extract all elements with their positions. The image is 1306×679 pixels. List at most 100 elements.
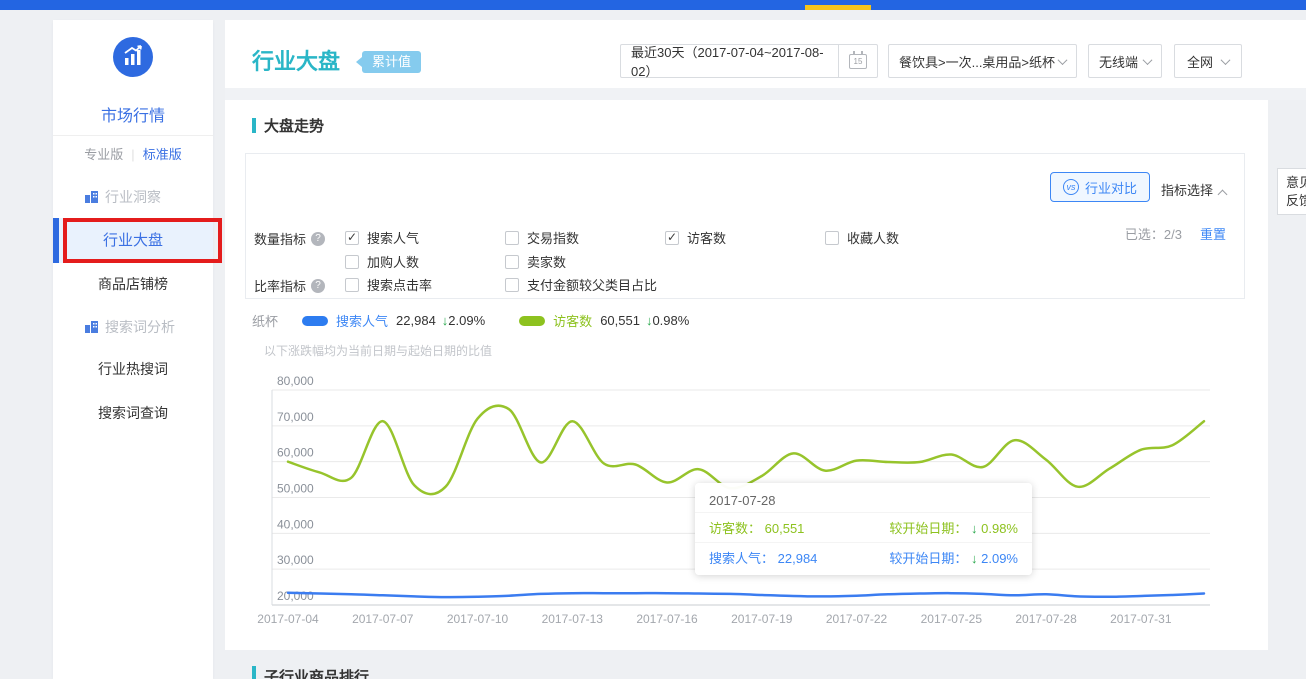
svg-text:2017-07-25: 2017-07-25 [921,612,983,626]
terminal-selector[interactable]: 无线端 [1088,44,1162,78]
checkbox-favorite-count[interactable]: 收藏人数 [825,228,899,247]
terminal-text: 无线端 [1099,52,1138,71]
active-nav-underline [805,5,871,10]
chevron-down-icon [1143,55,1153,65]
help-icon[interactable]: ? [311,232,325,246]
svg-text:2017-07-07: 2017-07-07 [352,612,414,626]
svg-text:2017-07-16: 2017-07-16 [636,612,698,626]
checkbox-cart-add-count[interactable]: 加购人数 [345,252,419,271]
legend-item-visitor-count[interactable]: 访客数 60,551 ↓0.98% [519,311,689,330]
svg-text:2017-07-31: 2017-07-31 [1110,612,1172,626]
checkbox-payment-ratio[interactable]: 支付金额较父类目占比 [505,275,657,294]
chevron-down-icon [1058,55,1068,65]
section-accent-bar [252,118,256,133]
checkbox-icon[interactable] [505,255,519,269]
legend-pill-blue [302,316,328,326]
down-arrow-icon: ↓ [971,551,978,566]
svg-text:2017-07-28: 2017-07-28 [1015,612,1077,626]
svg-text:40,000: 40,000 [277,517,314,531]
chevron-down-icon [1221,55,1231,65]
quantity-indicator-label: 数量指标? [254,229,325,248]
sidebar-item-hot-search-words[interactable]: 行业热搜词 [53,355,213,383]
checkbox-icon[interactable] [345,255,359,269]
checkbox-seller-count[interactable]: 卖家数 [505,252,566,271]
svg-text:2017-07-13: 2017-07-13 [542,612,604,626]
sidebar-divider [53,135,213,136]
tooltip-date: 2017-07-28 [695,483,1032,512]
sidebar-item-search-word-query[interactable]: 搜索词查询 [53,399,213,427]
svg-text:20,000: 20,000 [277,589,314,603]
sidebar-group-label: 行业洞察 [105,187,161,207]
sidebar: 市场行情 专业版 | 标准版 行业洞察 行业大盘 商品店铺榜 搜索词分析 行业热搜词… [53,20,213,679]
tab-professional[interactable]: 专业版 [84,147,123,162]
svg-text:80,000: 80,000 [277,374,314,388]
down-arrow-icon: ↓ [971,521,978,536]
building-icon [85,191,98,203]
section-accent-bar [252,666,256,679]
svg-text:70,000: 70,000 [277,410,314,424]
tooltip-row-search: 搜索人气： 22,984 较开始日期： ↓ 2.09% [695,542,1032,572]
cumulative-value-badge: 累计值 [362,51,421,73]
svg-text:2017-07-10: 2017-07-10 [447,612,509,626]
version-tabs: 专业版 | 标准版 [53,144,213,163]
date-range-text: 最近30天（2017-07-04~2017-08-02） [621,42,838,80]
vs-icon: vs [1063,179,1079,195]
category-selector[interactable]: 餐饮具>一次...桌用品>纸杯 [888,44,1077,78]
checkbox-visitor-count[interactable]: 访客数 [665,228,726,247]
checkbox-icon[interactable] [345,278,359,292]
feedback-tab[interactable]: 意见反馈 [1277,168,1306,215]
main-content: 行业大盘 累计值 最近30天（2017-07-04~2017-08-02） 15… [225,20,1306,650]
selected-count: 已选：2/3 [1125,224,1182,243]
indicator-panel: vs 行业对比 指标选择 已选：2/3 重置 数量指标? 搜索人气 交易指数 访… [245,153,1245,299]
ratio-indicator-label: 比率指标? [254,276,325,295]
checkbox-icon[interactable] [665,231,679,245]
chevron-up-icon [1218,190,1228,200]
help-icon[interactable]: ? [311,279,325,293]
svg-text:2017-07-19: 2017-07-19 [731,612,793,626]
chart-legend: 纸杯 搜索人气 22,984 ↓2.09% 访客数 60,551 ↓0.98% [252,311,689,330]
category-text: 餐饮具>一次...桌用品>纸杯 [899,52,1055,71]
legend-pill-green [519,316,545,326]
app-logo [53,37,213,82]
reset-link[interactable]: 重置 [1200,224,1226,243]
feedback-label: 意见反馈 [1286,174,1306,210]
tab-separator: | [131,147,134,162]
checkbox-icon[interactable] [345,231,359,245]
next-section-title: 子行业商品排行 [252,666,369,679]
active-item-bar [53,218,59,263]
building-icon [85,321,98,333]
market-chart-icon [113,37,153,77]
date-range-selector[interactable]: 最近30天（2017-07-04~2017-08-02） 15 [620,44,878,78]
checkbox-icon[interactable] [505,231,519,245]
legend-category: 纸杯 [252,311,278,330]
tab-standard[interactable]: 标准版 [143,147,182,162]
checkbox-icon[interactable] [505,278,519,292]
sidebar-group-label: 搜索词分析 [105,317,175,337]
checkbox-search-popularity[interactable]: 搜索人气 [345,228,419,247]
checkbox-transaction-index[interactable]: 交易指数 [505,228,579,247]
legend-item-search-popularity[interactable]: 搜索人气 22,984 ↓2.09% [302,311,485,330]
industry-compare-button[interactable]: vs 行业对比 [1050,172,1150,202]
svg-text:2017-07-22: 2017-07-22 [826,612,888,626]
sidebar-group-industry-insight[interactable]: 行业洞察 [85,182,161,212]
sidebar-item-industry-market[interactable]: 行业大盘 [53,218,213,263]
trend-note: 以下涨跌幅均为当前日期与起始日期的比值 [264,342,492,359]
svg-text:2017-07-04: 2017-07-04 [257,612,319,626]
scope-text: 全网 [1187,52,1213,71]
tooltip-row-visitor: 访客数： 60,551 较开始日期： ↓ 0.98% [695,512,1032,542]
svg-text:30,000: 30,000 [277,553,314,567]
checkbox-icon[interactable] [825,231,839,245]
sidebar-group-search-analysis[interactable]: 搜索词分析 [85,312,175,342]
checkbox-search-ctr[interactable]: 搜索点击率 [345,275,432,294]
section-title-trend: 大盘走势 [252,115,324,136]
calendar-icon: 15 [849,54,867,69]
header-divider [225,88,1306,100]
app-title: 市场行情 [53,102,213,126]
chart-tooltip: 2017-07-28 访客数： 60,551 较开始日期： ↓ 0.98% 搜索… [695,483,1032,575]
svg-text:50,000: 50,000 [277,482,314,496]
top-navbar [0,0,1306,10]
scope-selector[interactable]: 全网 [1174,44,1242,78]
sidebar-item-product-shop-rank[interactable]: 商品店铺榜 [53,270,213,298]
calendar-button[interactable]: 15 [838,45,877,77]
indicator-selector-toggle[interactable]: 指标选择 [1161,180,1226,199]
